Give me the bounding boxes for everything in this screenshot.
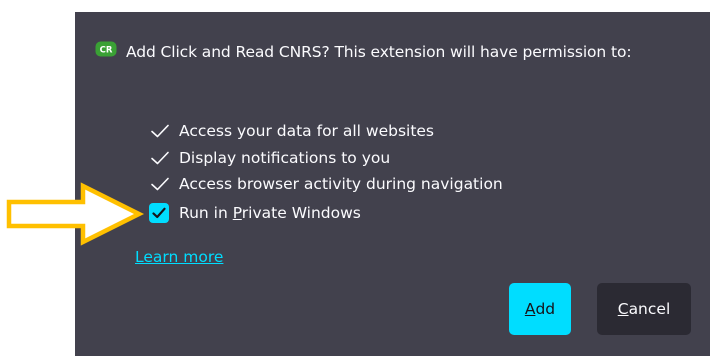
permission-item: Access your data for all websites: [150, 118, 503, 145]
svg-text:CR: CR: [100, 46, 113, 56]
checkmark-icon: [151, 177, 169, 191]
checkmark-icon: [151, 151, 169, 165]
permission-label: Access your data for all websites: [179, 122, 435, 141]
permission-item: Display notifications to you: [150, 145, 503, 172]
learn-more-link[interactable]: Learn more: [135, 248, 223, 266]
permission-list: Access your data for all websites Displa…: [150, 118, 503, 198]
private-windows-checkbox[interactable]: [149, 203, 169, 223]
checkmark-icon: [152, 207, 166, 219]
dialog-title: Add Click and Read CNRS? This extension …: [126, 43, 632, 61]
private-windows-label: Run in Private Windows: [179, 204, 361, 222]
run-in-private-windows-option[interactable]: Run in Private Windows: [149, 203, 361, 223]
extension-permission-dialog: CR Add Click and Read CNRS? This extensi…: [75, 12, 710, 356]
click-and-read-icon: CR: [95, 41, 117, 57]
dialog-header: CR Add Click and Read CNRS? This extensi…: [95, 40, 685, 65]
permission-item: Access browser activity during navigatio…: [150, 171, 503, 198]
add-button[interactable]: Add: [509, 283, 571, 335]
arrow-right-icon: [6, 182, 145, 246]
cancel-button[interactable]: Cancel: [597, 283, 691, 335]
permission-label: Display notifications to you: [179, 148, 391, 167]
screenshot: CR Add Click and Read CNRS? This extensi…: [0, 0, 710, 356]
permission-label: Access browser activity during navigatio…: [179, 175, 503, 194]
checkmark-icon: [151, 124, 169, 138]
